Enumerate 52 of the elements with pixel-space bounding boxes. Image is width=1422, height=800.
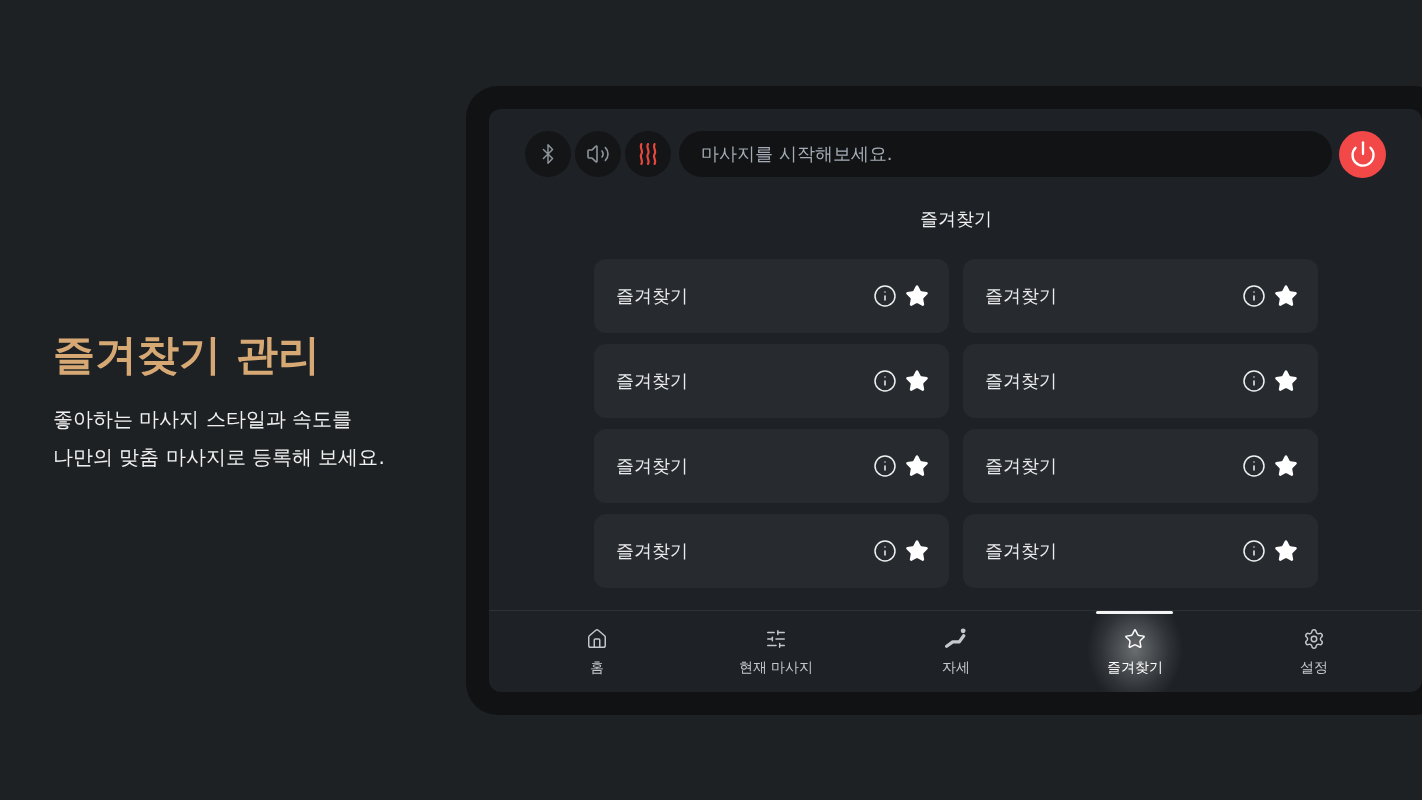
favorite-card[interactable]: 즐겨찾기 [593,343,949,418]
star-icon[interactable] [904,368,929,393]
info-icon[interactable] [1241,538,1266,563]
favorite-name: 즐겨찾기 [615,453,689,478]
star-icon[interactable] [1273,283,1298,308]
star-icon[interactable] [1273,453,1298,478]
favorite-card[interactable]: 즐겨찾기 [593,258,949,333]
favorite-name: 즐겨찾기 [984,283,1058,308]
info-icon[interactable] [1241,453,1266,478]
info-icon[interactable] [1241,283,1266,308]
star-icon[interactable] [904,453,929,478]
favorite-name: 즐겨찾기 [984,453,1058,478]
favorite-card[interactable]: 즐겨찾기 [962,428,1318,503]
sliders-icon [765,627,788,650]
star-icon[interactable] [1273,538,1298,563]
nav-tab[interactable]: 자세 [865,610,1046,692]
favorite-name: 즐겨찾기 [615,368,689,393]
home-icon [585,627,608,650]
status-message: 마사지를 시작해보세요. [679,131,1332,177]
heat-waves-icon [638,143,658,165]
intro-description: 좋아하는 마사지 스타일과 속도를 나만의 맞춤 마사지로 등록해 보세요. [53,406,386,471]
favorite-name: 즐겨찾기 [615,283,689,308]
speaker-icon [586,142,610,166]
power-icon [1348,140,1377,168]
power-button[interactable] [1339,130,1386,178]
info-icon[interactable] [872,283,897,308]
favorite-card[interactable]: 즐겨찾기 [593,513,949,588]
page-title: 즐겨찾기 [918,206,993,231]
favorite-card[interactable]: 즐겨찾기 [962,343,1318,418]
intro-title: 즐겨찾기 관리 [53,330,321,380]
favorite-name: 즐겨찾기 [984,368,1058,393]
star-icon[interactable] [904,283,929,308]
bluetooth-button[interactable] [525,131,571,177]
nav-tab[interactable]: 홈 [507,610,687,692]
star-icon[interactable] [1273,368,1298,393]
favorite-name: 즐겨찾기 [984,538,1058,563]
info-icon[interactable] [872,368,897,393]
sound-button[interactable] [575,131,621,177]
reclining-figure-icon [944,627,967,648]
info-icon[interactable] [1241,368,1266,393]
nav-tab[interactable]: 현재 마사지 [686,610,866,692]
info-icon[interactable] [872,453,897,478]
star-icon [1123,627,1146,650]
star-icon[interactable] [904,538,929,563]
favorite-name: 즐겨찾기 [615,538,689,563]
favorite-card[interactable]: 즐겨찾기 [962,258,1318,333]
info-icon[interactable] [872,538,897,563]
heat-button[interactable] [625,131,671,177]
favorite-card[interactable]: 즐겨찾기 [962,513,1318,588]
favorite-card[interactable]: 즐겨찾기 [593,428,949,503]
settings-icon [1303,627,1326,650]
nav-tab[interactable]: 설정 [1224,610,1405,692]
